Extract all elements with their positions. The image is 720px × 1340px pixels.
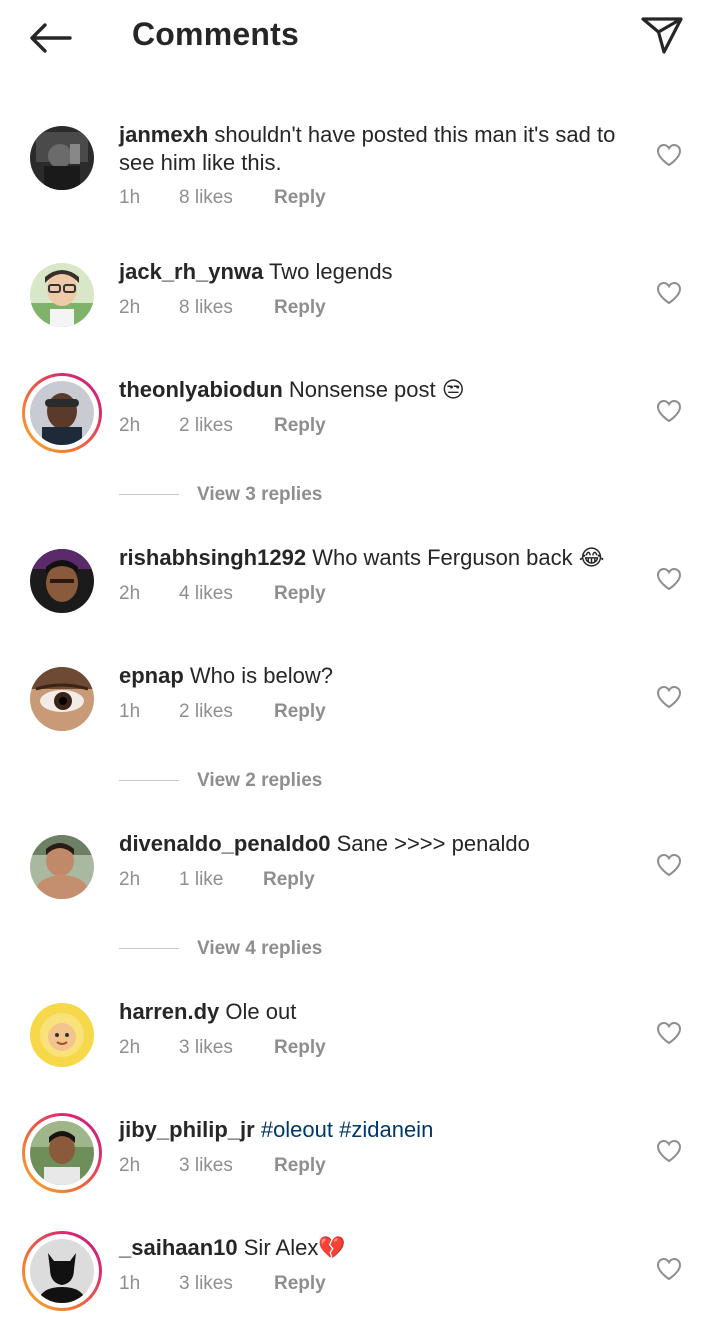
paper-plane-icon bbox=[641, 17, 683, 54]
avatar-photo bbox=[30, 835, 94, 899]
comment-likes[interactable]: 1 like bbox=[179, 867, 223, 893]
avatar-photo bbox=[30, 667, 94, 731]
avatar[interactable] bbox=[22, 995, 102, 1075]
avatar[interactable] bbox=[22, 1113, 102, 1193]
avatar[interactable] bbox=[22, 373, 102, 453]
reply-button[interactable]: Reply bbox=[274, 1153, 326, 1179]
comment-time: 2h bbox=[119, 583, 141, 604]
comment-username[interactable]: rishabhsingh1292 bbox=[119, 545, 306, 570]
comment-username[interactable]: theonlyabiodun bbox=[119, 377, 283, 402]
divider-line bbox=[119, 494, 179, 495]
avatar[interactable] bbox=[22, 1231, 102, 1311]
avatar-photo bbox=[30, 126, 94, 190]
divider-line bbox=[119, 948, 179, 949]
heart-icon[interactable] bbox=[656, 853, 682, 877]
comment-body: Ole out bbox=[219, 999, 297, 1024]
heart-icon[interactable] bbox=[656, 1139, 682, 1163]
reply-button[interactable]: Reply bbox=[274, 295, 326, 321]
heart-icon[interactable] bbox=[656, 567, 682, 591]
avatar[interactable] bbox=[22, 659, 102, 739]
view-replies-label: View 4 replies bbox=[197, 938, 323, 959]
comment-time: 2h bbox=[119, 415, 141, 436]
reply-button[interactable]: Reply bbox=[274, 699, 326, 725]
comment-text: jack_rh_ynwa Two legends bbox=[119, 258, 629, 286]
comment-text: divenaldo_penaldo0 Sane >>>> penaldo bbox=[119, 830, 629, 858]
avatar[interactable] bbox=[22, 255, 102, 335]
heart-icon[interactable] bbox=[656, 1257, 682, 1281]
comment-body: Who is below? bbox=[183, 663, 333, 688]
reply-button[interactable]: Reply bbox=[274, 1271, 326, 1297]
comment-username[interactable]: harren.dy bbox=[119, 999, 219, 1024]
comment-username[interactable]: jiby_philip_jr bbox=[119, 1117, 255, 1142]
avatar[interactable] bbox=[22, 827, 102, 907]
comment-username[interactable]: _saihaan10 bbox=[119, 1235, 238, 1260]
share-button[interactable] bbox=[634, 10, 690, 60]
heart-icon[interactable] bbox=[656, 1021, 682, 1045]
heart-icon[interactable] bbox=[656, 685, 682, 709]
view-replies-label: View 3 replies bbox=[197, 484, 323, 505]
comment-likes[interactable]: 2 likes bbox=[179, 699, 233, 725]
comment-text: janmexh shouldn't have posted this man i… bbox=[119, 121, 629, 177]
comment-likes[interactable]: 4 likes bbox=[179, 581, 233, 607]
reply-button[interactable]: Reply bbox=[274, 413, 326, 439]
comment-text: harren.dy Ole out bbox=[119, 998, 629, 1026]
comment-likes[interactable]: 3 likes bbox=[179, 1271, 233, 1297]
avatar[interactable] bbox=[22, 118, 102, 198]
top-bar: Comments bbox=[0, 0, 720, 76]
comment-text: theonlyabiodun Nonsense post 😒 bbox=[119, 376, 629, 404]
avatar-photo bbox=[30, 263, 94, 327]
comment-username[interactable]: divenaldo_penaldo0 bbox=[119, 831, 331, 856]
heart-icon[interactable] bbox=[656, 399, 682, 423]
comment-text: epnap Who is below? bbox=[119, 662, 629, 690]
arrow-left-icon bbox=[30, 23, 72, 53]
avatar-photo bbox=[30, 1239, 94, 1303]
comment-time: 1h bbox=[119, 187, 141, 208]
avatar-photo bbox=[30, 1121, 94, 1185]
comment-text: jiby_philip_jr #oleout #zidanein bbox=[119, 1116, 629, 1144]
avatar[interactable] bbox=[22, 541, 102, 621]
reply-button[interactable]: Reply bbox=[274, 185, 326, 211]
comment-time: 2h bbox=[119, 1155, 141, 1176]
heart-icon[interactable] bbox=[656, 281, 682, 305]
back-button[interactable] bbox=[24, 14, 76, 62]
comment-body: Two legends bbox=[263, 259, 393, 284]
avatar-photo bbox=[30, 1003, 94, 1067]
reply-button[interactable]: Reply bbox=[274, 581, 326, 607]
comment-likes[interactable]: 8 likes bbox=[179, 185, 233, 211]
comment-likes[interactable]: 2 likes bbox=[179, 413, 233, 439]
reply-button[interactable]: Reply bbox=[274, 1035, 326, 1061]
avatar-photo bbox=[30, 549, 94, 613]
comment-likes[interactable]: 3 likes bbox=[179, 1035, 233, 1061]
comment-time: 1h bbox=[119, 701, 141, 722]
view-replies-label: View 2 replies bbox=[197, 770, 323, 791]
comment-body: Nonsense post 😒 bbox=[282, 377, 465, 402]
page-title: Comments bbox=[132, 16, 299, 52]
comment-text: _saihaan10 Sir Alex💔 bbox=[119, 1234, 629, 1262]
heart-icon[interactable] bbox=[656, 143, 682, 167]
comment-body: Who wants Ferguson back 😂 bbox=[306, 545, 605, 570]
comment-likes[interactable]: 3 likes bbox=[179, 1153, 233, 1179]
divider-line bbox=[119, 780, 179, 781]
comment-username[interactable]: jack_rh_ynwa bbox=[119, 259, 263, 284]
comment-hashtags[interactable]: #oleout #zidanein bbox=[261, 1117, 433, 1142]
comment-time: 1h bbox=[119, 1273, 141, 1294]
reply-button[interactable]: Reply bbox=[263, 867, 315, 893]
comment-username[interactable]: epnap bbox=[119, 663, 184, 688]
comment-text: rishabhsingh1292 Who wants Ferguson back… bbox=[119, 544, 629, 572]
comment-body: Sane >>>> penaldo bbox=[330, 831, 530, 856]
comment-username[interactable]: janmexh bbox=[119, 122, 208, 147]
comment-body: Sir Alex💔 bbox=[237, 1235, 346, 1260]
avatar-photo bbox=[30, 381, 94, 445]
comment-time: 2h bbox=[119, 869, 141, 890]
comment-likes[interactable]: 8 likes bbox=[179, 295, 233, 321]
comment-time: 2h bbox=[119, 1037, 141, 1058]
comment-time: 2h bbox=[119, 297, 141, 318]
